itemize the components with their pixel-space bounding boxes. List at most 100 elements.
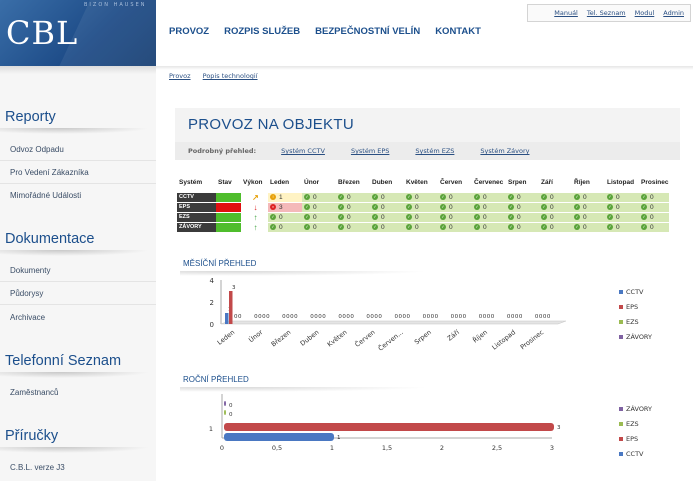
legend-label: EPS (626, 435, 638, 443)
breadcrumb-provoz[interactable]: Provoz (169, 72, 191, 80)
table-header-cell: Říjen (572, 174, 605, 192)
data-label: 0 (463, 314, 467, 320)
legend-label: EPS (626, 303, 638, 311)
status-check-icon: ✓ (541, 193, 547, 200)
system-name-cell[interactable]: EZS (177, 211, 216, 222)
status-check-icon: ✓ (406, 223, 412, 230)
x-tick-label: Srpen (413, 328, 433, 346)
sidebar-item-mimoradne-udalosti[interactable]: Mimořádné Události (10, 191, 150, 200)
link-manual[interactable]: Manuál (554, 9, 578, 17)
system-name-cell[interactable]: EPS (177, 201, 216, 212)
status-check-icon: ✓ (270, 223, 276, 230)
system-name-cell[interactable]: CCTV (177, 191, 216, 202)
sidebar-item-pro-vedeni[interactable]: Pro Vedení Zákazníka (10, 168, 150, 177)
table-row: ZÁVORY ↑ ✓ 0 ✓ 0 ✓ 0 ✓ 0 ✓ 0 ✓ 0 ✓ 0 ✓ 0 ✓ 0 ✓ 0 ✓ 0 ✓ 0 (177, 221, 669, 232)
link-system-zavory[interactable]: Systém Závory (480, 147, 529, 155)
month-value: 0 (550, 203, 554, 211)
nav-provoz[interactable]: PROVOZ (169, 26, 209, 37)
month-cell: ✓ 0 (605, 211, 639, 222)
month-value: 0 (381, 203, 385, 211)
month-value: 0 (347, 203, 351, 211)
sidebar-item-cbl-verze[interactable]: C.B.L. verze J3 (10, 463, 150, 472)
month-cell: ✓ 0 (506, 201, 539, 212)
nav-rozpis-sluzeb[interactable]: ROZPIS SLUŽEB (224, 26, 300, 37)
chart-floor (220, 320, 567, 325)
data-label: 0 (519, 314, 523, 320)
month-cell: ✓ 0 (438, 201, 472, 212)
legend-label: CCTV (626, 450, 644, 458)
status-check-icon: ✓ (338, 223, 344, 230)
month-value: 0 (650, 193, 654, 201)
month-cell: ✓ 0 (438, 221, 472, 232)
month-value: 0 (616, 213, 620, 221)
month-value: 0 (650, 223, 654, 231)
link-system-ezs[interactable]: Systém EZS (415, 147, 454, 155)
month-value: 0 (415, 223, 419, 231)
month-value: 0 (449, 213, 453, 221)
month-cell: ✓ 0 (572, 211, 605, 222)
month-cell: ✓ 0 (472, 221, 506, 232)
sidebar-item-zamestnancu[interactable]: Zaměstnanců (10, 388, 150, 397)
page-title: PROVOZ NA OBJEKTU (188, 116, 354, 133)
nav-bezpecnostni-velin[interactable]: BEZPEČNOSTNÍ VELÍN (315, 26, 420, 37)
month-cell: ✓ 0 (506, 191, 539, 202)
month-cell: ✓ 0 (506, 211, 539, 222)
table-header-cell: Duben (370, 174, 404, 192)
month-cell: ✓ 0 (539, 191, 572, 202)
month-value: 0 (415, 193, 419, 201)
month-value: 0 (449, 223, 453, 231)
link-tel-seznam[interactable]: Tel. Seznam (587, 9, 626, 17)
legend-label: EZS (626, 420, 639, 428)
link-admin[interactable]: Admin (663, 9, 684, 17)
month-cell: ✓ 0 (268, 211, 302, 222)
y-tick-label: 1 (209, 425, 213, 433)
data-label: 0 (407, 314, 411, 320)
status-check-icon: ✓ (338, 203, 344, 210)
link-system-eps[interactable]: Systém EPS (351, 147, 389, 155)
month-value: 0 (517, 203, 521, 211)
system-name-cell[interactable]: ZÁVORY (177, 221, 216, 232)
status-check-icon: ✓ (440, 223, 446, 230)
status-check-icon: ✓ (406, 203, 412, 210)
month-cell: ✓ 0 (336, 221, 370, 232)
x-tick-label: 0,5 (272, 444, 282, 452)
month-cell: ✓ 0 (572, 201, 605, 212)
sidebar-item-dokumenty[interactable]: Dokumenty (10, 266, 150, 275)
bar (224, 423, 554, 431)
link-system-cctv[interactable]: Systém CCTV (281, 147, 325, 155)
month-value: 0 (313, 203, 317, 211)
legend-swatch (619, 320, 623, 324)
month-value: 0 (347, 213, 351, 221)
status-check-icon: ✓ (607, 223, 613, 230)
sidebar-item-archivace[interactable]: Archivace (10, 313, 150, 322)
table-header-cell: Listopad (605, 174, 639, 192)
status-check-icon: × (270, 203, 276, 210)
sidebar-item-odvoz-odpadu[interactable]: Odvoz Odpadu (10, 145, 150, 154)
legend-swatch (619, 407, 623, 411)
nav-kontakt[interactable]: KONTAKT (435, 26, 481, 37)
status-table: Systém Stav Výkon Leden Únor Březen Duben Květe… (177, 174, 669, 232)
bar (229, 291, 233, 324)
yearly-chart: 1 0 0,5 1 1,5 2 2,5 3 0 0 3 1 ZÁVORY EZS EPS CCTV (209, 394, 652, 458)
status-check-icon: ! (270, 193, 276, 200)
month-value: 0 (415, 203, 419, 211)
status-check-icon: ✓ (574, 213, 580, 220)
month-value: 0 (583, 203, 587, 211)
main-nav: PROVOZ ROZPIS SLUŽEB BEZPEČNOSTNÍ VELÍN … (169, 26, 481, 37)
month-value: 3 (279, 203, 283, 211)
status-indicator (216, 211, 241, 222)
month-cell: × 3 (268, 201, 302, 212)
month-cell: ✓ 0 (572, 221, 605, 232)
status-check-icon: ✓ (474, 223, 480, 230)
divider (0, 183, 156, 184)
status-check-icon: ✓ (338, 213, 344, 220)
breadcrumb-popis-technologii[interactable]: Popis technologií (203, 72, 258, 80)
status-check-icon: ✓ (406, 193, 412, 200)
monthly-chart: 0241300Leden0000Únor0000Březen0000Duben0… (210, 277, 653, 353)
link-modul[interactable]: Modul (635, 9, 655, 17)
month-cell: ✓ 0 (302, 211, 336, 222)
sidebar-item-pudorysy[interactable]: Půdorysy (10, 289, 150, 298)
logo[interactable]: BIZON HAUSEN CBL (0, 0, 156, 66)
month-cell: ✓ 0 (639, 221, 669, 232)
status-check-icon: ✓ (304, 203, 310, 210)
